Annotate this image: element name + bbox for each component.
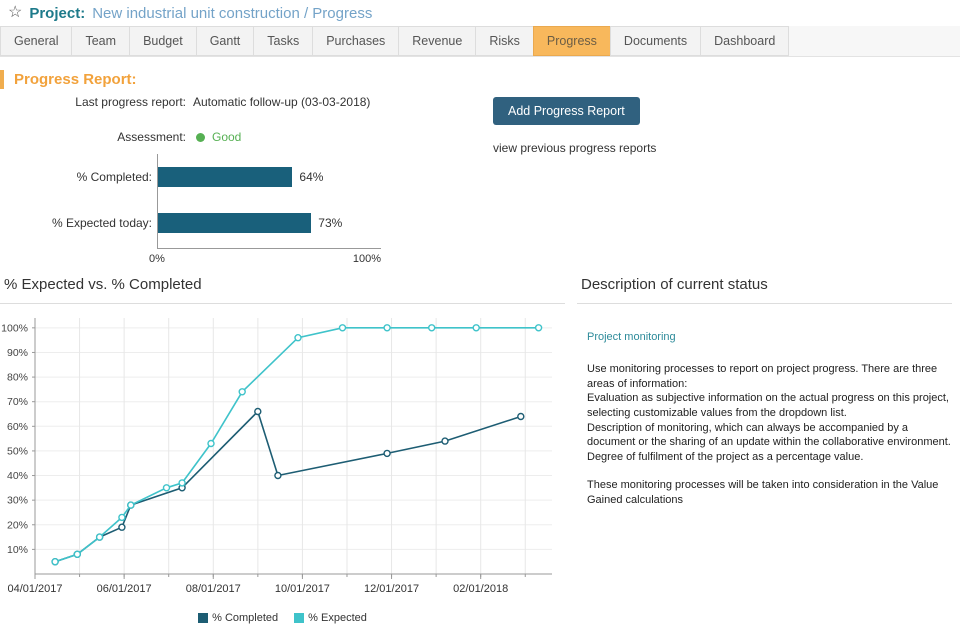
expected-vs-completed-chart: 10% 20% 30% 40% 50% 60% 70% 80% 90% 100% 04/01/201… xyxy=(0,308,556,610)
progress-report-section: Progress Report: Last progress report: A… xyxy=(0,70,960,265)
svg-text:80%: 80% xyxy=(7,372,28,384)
progress-report-body: Last progress report: Automatic follow-u… xyxy=(0,95,960,265)
assessment-status-icon xyxy=(196,133,205,142)
progress-report-heading: Progress Report: xyxy=(0,70,960,89)
tab-bar: General Team Budget Gantt Tasks Purchase… xyxy=(0,26,960,57)
view-previous-reports-link[interactable]: view previous progress reports xyxy=(493,141,656,155)
add-progress-report-button[interactable]: Add Progress Report xyxy=(493,97,640,125)
project-monitoring-link[interactable]: Project monitoring xyxy=(587,331,952,343)
expected-today-bar-value: 73% xyxy=(318,216,342,230)
completed-bar-value: 64% xyxy=(299,170,323,184)
status-paragraph: Description of monitoring, which can alw… xyxy=(587,421,952,450)
tab-progress[interactable]: Progress xyxy=(533,26,611,56)
progress-report-right: Add Progress Report view previous progre… xyxy=(493,97,656,155)
line-chart-title: % Expected vs. % Completed xyxy=(0,273,565,303)
tab-documents[interactable]: Documents xyxy=(610,26,701,56)
bar-label-expected-today: % Expected today: xyxy=(0,213,157,233)
svg-text:08/01/2017: 08/01/2017 xyxy=(186,583,241,595)
legend-item: % Expected xyxy=(294,612,367,624)
last-report-value: Automatic follow-up (03-03-2018) xyxy=(193,95,370,109)
legend-swatch-icon xyxy=(294,613,304,623)
tab-budget[interactable]: Budget xyxy=(129,26,197,56)
svg-text:50%: 50% xyxy=(7,445,28,457)
svg-text:06/01/2017: 06/01/2017 xyxy=(97,583,152,595)
status-paragraphs: Use monitoring processes to report on pr… xyxy=(587,362,952,508)
status-paragraph: Evaluation as subjective information on … xyxy=(587,391,952,420)
progress-report-left: Last progress report: Automatic follow-u… xyxy=(0,95,960,265)
bar-chart-tick-0: 0% xyxy=(149,253,165,265)
project-label: Project: xyxy=(29,5,85,22)
tab-dashboard[interactable]: Dashboard xyxy=(700,26,789,56)
project-title[interactable]: New industrial unit construction / Progr… xyxy=(92,5,372,22)
tab-tasks[interactable]: Tasks xyxy=(253,26,313,56)
line-chart-panel: % Expected vs. % Completed 10% 20% 30% 40% 5… xyxy=(0,273,565,625)
last-report-label: Last progress report: xyxy=(0,95,186,109)
bar-label-completed: % Completed: xyxy=(0,167,157,187)
bar-chart-plot: 64% 73% 0% 100% xyxy=(157,154,381,265)
svg-text:40%: 40% xyxy=(7,470,28,482)
accent-bar xyxy=(0,70,4,89)
bar-chart-x-ticks: 0% 100% xyxy=(149,253,381,265)
line-chart-divider xyxy=(0,303,565,304)
completion-bar-chart: % Completed: % Expected today: 64% 73% xyxy=(0,154,960,265)
assessment-value: Good xyxy=(212,130,241,144)
bar-chart-tick-100: 100% xyxy=(353,253,381,265)
bar-chart-labels: % Completed: % Expected today: xyxy=(0,154,157,265)
svg-text:20%: 20% xyxy=(7,519,28,531)
assessment-label: Assessment: xyxy=(0,130,186,144)
svg-text:02/01/2018: 02/01/2018 xyxy=(453,583,508,595)
progress-report-heading-text: Progress Report: xyxy=(14,71,137,88)
last-report-row: Last progress report: Automatic follow-u… xyxy=(0,95,960,109)
favorite-star-icon[interactable]: ☆ xyxy=(8,5,22,21)
status-divider xyxy=(577,303,952,304)
svg-text:90%: 90% xyxy=(7,347,28,359)
svg-text:12/01/2017: 12/01/2017 xyxy=(364,583,419,595)
bar-chart-axes: 64% 73% xyxy=(157,154,381,249)
svg-text:30%: 30% xyxy=(7,495,28,507)
completed-bar xyxy=(158,167,292,187)
tab-general[interactable]: General xyxy=(0,26,72,56)
expected-today-bar xyxy=(158,213,311,233)
legend-item: % Completed xyxy=(198,612,278,624)
lower-section: % Expected vs. % Completed 10% 20% 30% 40% 5… xyxy=(0,273,960,625)
chart-legend: % Completed % Expected xyxy=(0,610,565,625)
tab-purchases[interactable]: Purchases xyxy=(312,26,399,56)
tab-risks[interactable]: Risks xyxy=(475,26,534,56)
completed-bar-row: 64% xyxy=(158,167,381,187)
status-heading: Description of current status xyxy=(577,273,952,303)
svg-text:04/01/2017: 04/01/2017 xyxy=(7,583,62,595)
expected-today-bar-row: 73% xyxy=(158,213,381,233)
svg-text:10/01/2017: 10/01/2017 xyxy=(275,583,330,595)
topbar: ☆ Project: New industrial unit construct… xyxy=(0,0,960,26)
status-panel: Description of current status Project mo… xyxy=(565,273,960,625)
tab-revenue[interactable]: Revenue xyxy=(398,26,476,56)
status-paragraph: These monitoring processes will be taken… xyxy=(587,478,952,507)
assessment-row: Assessment: Good xyxy=(0,130,960,144)
status-paragraph: Use monitoring processes to report on pr… xyxy=(587,362,952,391)
svg-text:100%: 100% xyxy=(1,322,28,334)
svg-text:10%: 10% xyxy=(7,544,28,556)
svg-text:60%: 60% xyxy=(7,421,28,433)
svg-text:70%: 70% xyxy=(7,396,28,408)
tab-gantt[interactable]: Gantt xyxy=(196,26,255,56)
status-paragraph: Degree of fulfilment of the project as a… xyxy=(587,450,952,465)
legend-swatch-icon xyxy=(198,613,208,623)
tab-team[interactable]: Team xyxy=(71,26,130,56)
